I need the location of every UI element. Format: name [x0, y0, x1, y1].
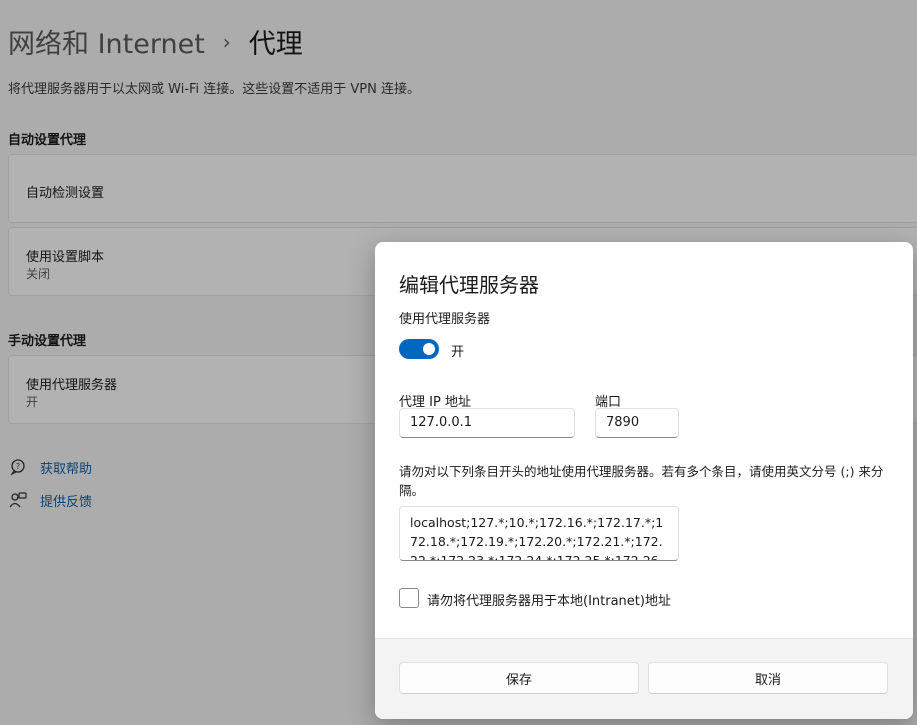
use-proxy-toggle[interactable] [399, 339, 439, 359]
dialog-title: 编辑代理服务器 [399, 273, 539, 297]
port-input[interactable]: 7890 [595, 408, 679, 438]
local-address-checkbox[interactable] [399, 588, 419, 608]
exceptions-textarea[interactable]: localhost;127.*;10.*;172.16.*;172.17.*;1… [399, 506, 679, 561]
exceptions-hint: 请勿对以下列条目开头的地址使用代理服务器。若有多个条目，请使用英文分号 (;) … [399, 464, 884, 498]
use-proxy-label: 使用代理服务器 [399, 312, 491, 327]
save-button[interactable]: 保存 [399, 662, 639, 694]
cancel-button[interactable]: 取消 [648, 662, 888, 694]
toggle-knob [423, 343, 435, 355]
toggle-state-label: 开 [451, 345, 465, 360]
edit-proxy-dialog: 编辑代理服务器 使用代理服务器 开 代理 IP 地址 127.0.0.1 端口 … [375, 242, 913, 719]
proxy-ip-input[interactable]: 127.0.0.1 [399, 408, 575, 438]
local-address-label: 请勿将代理服务器用于本地(Intranet)地址 [427, 594, 671, 609]
